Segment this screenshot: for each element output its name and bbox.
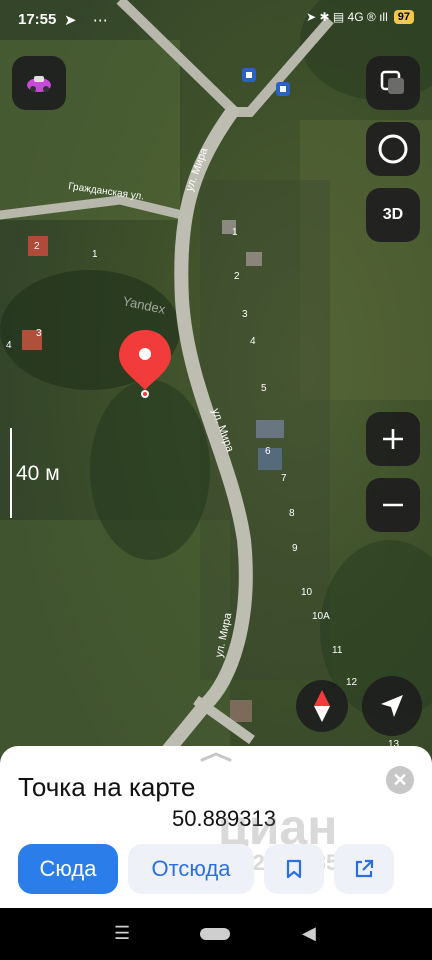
3d-label: 3D bbox=[382, 206, 404, 223]
avatar-icon bbox=[27, 76, 51, 92]
chevron-up-icon[interactable] bbox=[200, 752, 232, 762]
screen: ул. Мира ул. Мира ул. Мира Гражданская у… bbox=[0, 0, 432, 960]
compass-button[interactable] bbox=[296, 680, 348, 732]
scale-label: 40 м bbox=[16, 462, 60, 485]
house-number: 6 bbox=[265, 446, 271, 457]
system-status-icons: ➤ ✱ ▤ 4G ® ıll bbox=[306, 10, 388, 24]
minus-icon bbox=[383, 503, 403, 507]
house-number: 4 bbox=[6, 340, 12, 351]
zoom-out-button[interactable] bbox=[366, 478, 420, 532]
bookmark-button[interactable] bbox=[264, 844, 324, 894]
bookmark-icon bbox=[286, 859, 302, 879]
house-number: 10 bbox=[301, 587, 313, 598]
house-number: 9 bbox=[292, 543, 298, 554]
house-number: 11 bbox=[332, 645, 343, 656]
profile-button[interactable] bbox=[12, 56, 66, 110]
route-here-button[interactable]: Сюда bbox=[18, 844, 118, 894]
plus-icon bbox=[383, 429, 403, 449]
close-button[interactable]: ✕ bbox=[386, 766, 414, 794]
house-number: 10А bbox=[312, 611, 330, 622]
house-number: 12 bbox=[346, 677, 358, 688]
battery-icon: 97 bbox=[393, 10, 414, 24]
status-time: 17:55 bbox=[18, 11, 57, 28]
layers-icon bbox=[380, 70, 404, 94]
status-right-icons: ➤ ✱ ▤ 4G ® ıll 97 bbox=[306, 10, 414, 24]
place-card[interactable]: Точка на карте ✕ 50.889313 циан ID 31201… bbox=[0, 746, 432, 908]
house-number: 1 bbox=[232, 227, 238, 238]
compass-icon bbox=[314, 690, 330, 722]
traffic-button[interactable] bbox=[366, 122, 420, 176]
zoom-in-button[interactable] bbox=[366, 412, 420, 466]
layers-button[interactable] bbox=[366, 56, 420, 110]
house-number: 3 bbox=[242, 309, 248, 320]
scale-bar bbox=[10, 428, 12, 518]
house-number: 8 bbox=[289, 508, 295, 519]
status-bar: 17:55 ➤ ⋯ ➤ ✱ ▤ 4G ® ıll 97 bbox=[0, 0, 432, 40]
route-from-button[interactable]: Отсюда bbox=[128, 844, 254, 894]
card-title: Точка на карте bbox=[18, 772, 196, 802]
close-icon: ✕ bbox=[392, 769, 408, 790]
house-number: 4 bbox=[250, 336, 256, 347]
notification-icons: ➤ ⋯ bbox=[64, 12, 114, 29]
menu-icon[interactable]: ☰ bbox=[114, 923, 130, 944]
house-number: 1 bbox=[92, 249, 98, 260]
back-icon[interactable]: ◀ bbox=[302, 923, 316, 944]
3d-button[interactable]: 3D bbox=[366, 188, 420, 242]
share-icon bbox=[355, 859, 374, 878]
bus-stop-icon[interactable] bbox=[242, 68, 256, 82]
share-button[interactable] bbox=[334, 844, 394, 894]
house-number: 7 bbox=[281, 473, 287, 484]
traffic-ring-icon bbox=[378, 134, 408, 164]
bus-stop-icon[interactable] bbox=[276, 82, 290, 96]
navigation-arrow-icon bbox=[381, 695, 403, 717]
house-number: 2 bbox=[34, 241, 40, 252]
home-icon[interactable] bbox=[200, 928, 230, 940]
my-location-button[interactable] bbox=[362, 676, 422, 736]
house-number: 5 bbox=[261, 383, 267, 394]
house-number: 3 bbox=[36, 328, 42, 339]
system-nav-bar: ☰ ◀ bbox=[0, 908, 432, 960]
house-number: 2 bbox=[234, 271, 240, 282]
